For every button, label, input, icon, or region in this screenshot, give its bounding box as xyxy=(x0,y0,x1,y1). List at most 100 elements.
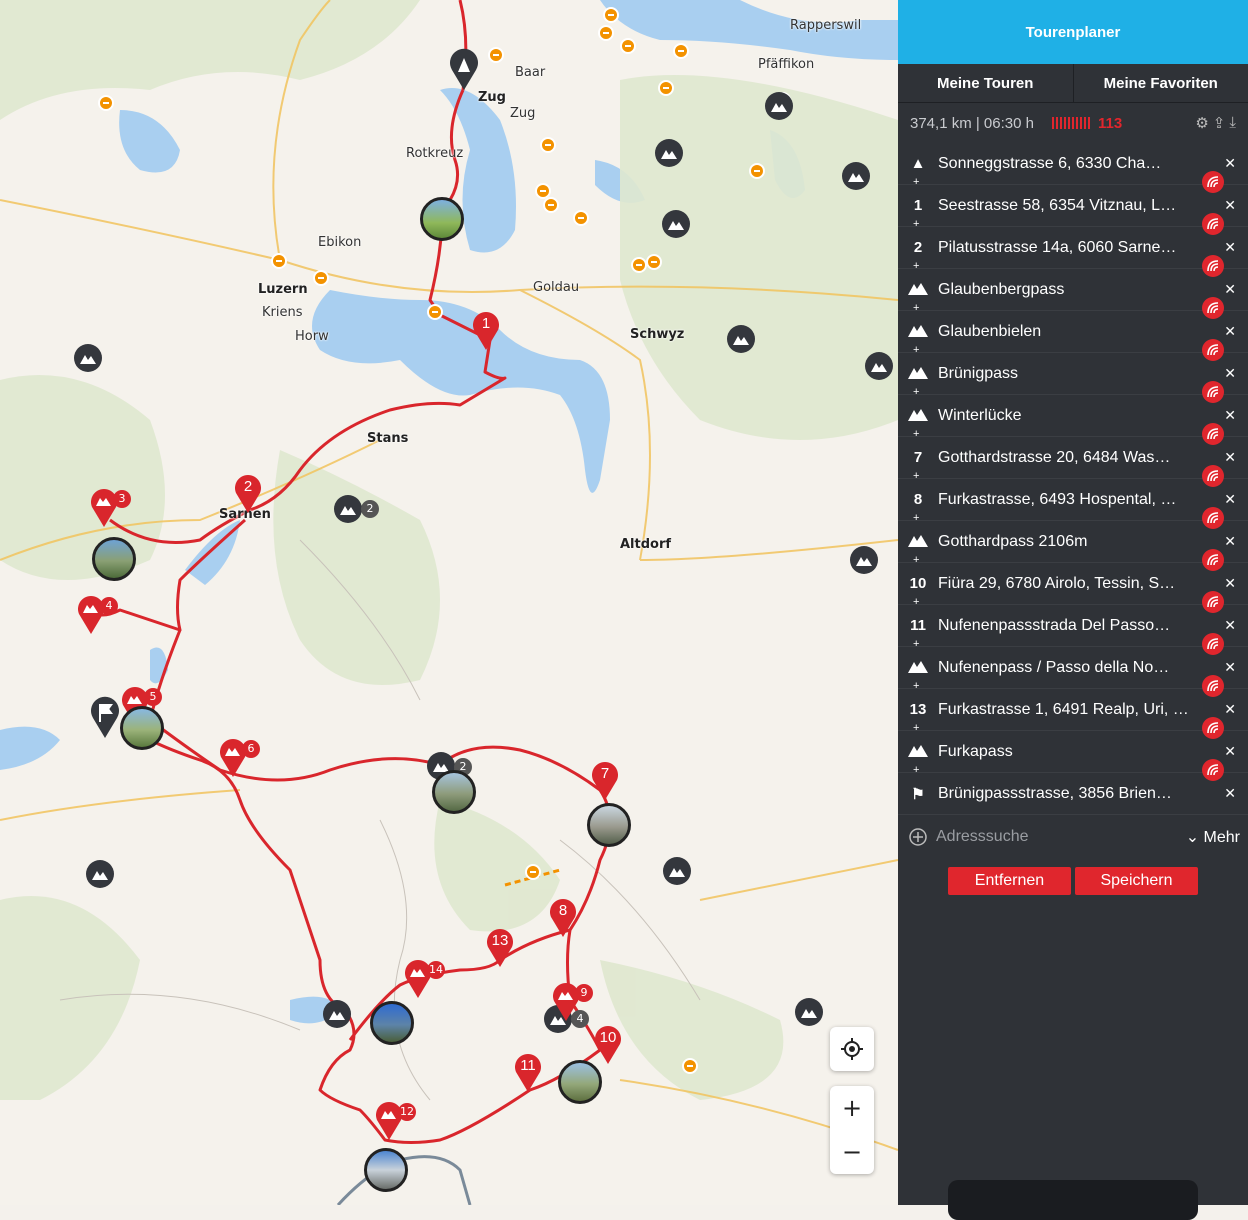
photo-marker[interactable] xyxy=(587,803,631,847)
photo-marker[interactable] xyxy=(364,1148,408,1192)
remove-button[interactable]: Entfernen xyxy=(948,867,1071,895)
curvy-route-icon[interactable] xyxy=(1202,633,1224,655)
waypoint-row[interactable]: 11Nufenenpassstrada Del Passo…✕+ xyxy=(898,605,1248,647)
construction-icon[interactable] xyxy=(598,25,614,41)
curvy-route-icon[interactable] xyxy=(1202,213,1224,235)
curvy-route-icon[interactable] xyxy=(1202,255,1224,277)
curvy-route-icon[interactable] xyxy=(1202,717,1224,739)
close-icon[interactable]: ✕ xyxy=(1224,785,1236,802)
close-icon[interactable]: ✕ xyxy=(1224,407,1236,424)
close-icon[interactable]: ✕ xyxy=(1224,617,1236,634)
close-icon[interactable]: ✕ xyxy=(1224,155,1236,172)
close-icon[interactable]: ✕ xyxy=(1224,701,1236,718)
construction-icon[interactable] xyxy=(427,304,443,320)
mountain-pass-icon[interactable] xyxy=(850,546,878,574)
waypoint-row[interactable]: Glaubenbergpass✕+ xyxy=(898,269,1248,311)
locate-button[interactable] xyxy=(830,1027,874,1071)
close-icon[interactable]: ✕ xyxy=(1224,239,1236,256)
route-pin[interactable]: 1 xyxy=(471,310,501,350)
curvy-route-icon[interactable] xyxy=(1202,507,1224,529)
route-pin[interactable]: 11 xyxy=(513,1052,543,1092)
address-search-input[interactable]: Adresssuche xyxy=(936,828,1029,846)
waypoint-row[interactable]: 2Pilatusstrasse 14a, 6060 Sarne…✕+ xyxy=(898,227,1248,269)
waypoint-row[interactable]: Gotthardpass 2106m✕+ xyxy=(898,521,1248,563)
mountain-pass-icon[interactable] xyxy=(865,352,893,380)
close-icon[interactable]: ✕ xyxy=(1224,659,1236,676)
photo-marker[interactable] xyxy=(92,537,136,581)
curvy-route-icon[interactable] xyxy=(1202,759,1224,781)
curvy-route-icon[interactable] xyxy=(1202,675,1224,697)
waypoint-row[interactable]: Brünigpass✕+ xyxy=(898,353,1248,395)
more-button[interactable]: ⌄ Mehr xyxy=(1186,827,1240,847)
close-icon[interactable]: ✕ xyxy=(1224,743,1236,760)
upload-icon[interactable]: ⇪ xyxy=(1213,114,1226,132)
curvy-route-icon[interactable] xyxy=(1202,381,1224,403)
close-icon[interactable]: ✕ xyxy=(1224,197,1236,214)
gear-icon[interactable]: ⚙ xyxy=(1195,114,1208,132)
mountain-pass-icon[interactable] xyxy=(323,1000,351,1028)
waypoint-row[interactable]: 10Fiüra 29, 6780 Airolo, Tessin, S…✕+ xyxy=(898,563,1248,605)
waypoint-row[interactable]: 7Gotthardstrasse 20, 6484 Was…✕+ xyxy=(898,437,1248,479)
waypoint-row[interactable]: 8Furkastrasse, 6493 Hospental, …✕+ xyxy=(898,479,1248,521)
curvy-route-icon[interactable] xyxy=(1202,549,1224,571)
pass-pin[interactable]: 6 xyxy=(218,737,268,777)
curvy-route-icon[interactable] xyxy=(1202,423,1224,445)
construction-icon[interactable] xyxy=(573,210,589,226)
photo-marker[interactable] xyxy=(558,1060,602,1104)
construction-icon[interactable] xyxy=(603,7,619,23)
route-pin[interactable]: 2 xyxy=(233,473,263,513)
pass-pin[interactable]: 4 xyxy=(76,594,126,634)
construction-icon[interactable] xyxy=(631,257,647,273)
route-pin[interactable]: 13 xyxy=(485,927,515,967)
construction-icon[interactable] xyxy=(646,254,662,270)
construction-icon[interactable] xyxy=(488,47,504,63)
construction-icon[interactable] xyxy=(658,80,674,96)
mountain-pass-icon[interactable] xyxy=(842,162,870,190)
pass-pin[interactable]: 12 xyxy=(374,1100,424,1140)
construction-icon[interactable] xyxy=(673,43,689,59)
download-icon[interactable]: ⤓ xyxy=(1229,114,1236,132)
close-icon[interactable]: ✕ xyxy=(1224,491,1236,508)
close-icon[interactable]: ✕ xyxy=(1224,365,1236,382)
waypoint-row[interactable]: ▲Sonneggstrasse 6, 6330 Cha…✕+ xyxy=(898,143,1248,185)
curvy-route-icon[interactable] xyxy=(1202,297,1224,319)
construction-icon[interactable] xyxy=(271,253,287,269)
waypoint-row[interactable]: Glaubenbielen✕+ xyxy=(898,311,1248,353)
close-icon[interactable]: ✕ xyxy=(1224,281,1236,298)
waypoint-row[interactable]: ⚑Brünigpassstrasse, 3856 Brien…✕ xyxy=(898,773,1248,815)
route-pin[interactable]: 7 xyxy=(590,760,620,800)
zoom-in-button[interactable]: + xyxy=(842,1086,862,1130)
construction-icon[interactable] xyxy=(620,38,636,54)
mountain-pass-icon[interactable] xyxy=(662,210,690,238)
construction-icon[interactable] xyxy=(749,163,765,179)
photo-marker[interactable] xyxy=(432,770,476,814)
tab-my-tours[interactable]: Meine Touren xyxy=(898,64,1074,102)
pass-pin[interactable]: 14 xyxy=(403,958,453,998)
close-icon[interactable]: ✕ xyxy=(1224,323,1236,340)
route-pin[interactable]: 8 xyxy=(548,897,578,937)
close-icon[interactable]: ✕ xyxy=(1224,449,1236,466)
waypoint-row[interactable]: Furkapass✕+ xyxy=(898,731,1248,773)
curvy-route-icon[interactable] xyxy=(1202,339,1224,361)
curvy-route-icon[interactable] xyxy=(1202,465,1224,487)
start-marker[interactable] xyxy=(449,48,479,90)
construction-icon[interactable] xyxy=(98,95,114,111)
mountain-pass-icon[interactable] xyxy=(765,92,793,120)
zoom-out-button[interactable]: − xyxy=(842,1130,862,1174)
mountain-pass-icon[interactable] xyxy=(334,495,362,523)
address-search[interactable]: Adresssuche ⌄ Mehr xyxy=(898,815,1248,859)
tab-my-favorites[interactable]: Meine Favoriten xyxy=(1074,64,1248,102)
waypoint-row[interactable]: Winterlücke✕+ xyxy=(898,395,1248,437)
waypoint-row[interactable]: 13Furkastrasse 1, 6491 Realp, Uri, …✕+ xyxy=(898,689,1248,731)
curvy-route-icon[interactable] xyxy=(1202,591,1224,613)
construction-icon[interactable] xyxy=(682,1058,698,1074)
construction-icon[interactable] xyxy=(543,197,559,213)
waypoint-row[interactable]: Nufenenpass / Passo della No…✕+ xyxy=(898,647,1248,689)
waypoint-row[interactable]: 1Seestrasse 58, 6354 Vitznau, L…✕+ xyxy=(898,185,1248,227)
photo-marker[interactable] xyxy=(120,706,164,750)
construction-icon[interactable] xyxy=(525,864,541,880)
finish-flag-marker[interactable] xyxy=(90,696,120,738)
curvy-route-icon[interactable] xyxy=(1202,171,1224,193)
route-pin[interactable]: 10 xyxy=(593,1024,623,1064)
pass-pin[interactable]: 3 xyxy=(89,487,139,527)
